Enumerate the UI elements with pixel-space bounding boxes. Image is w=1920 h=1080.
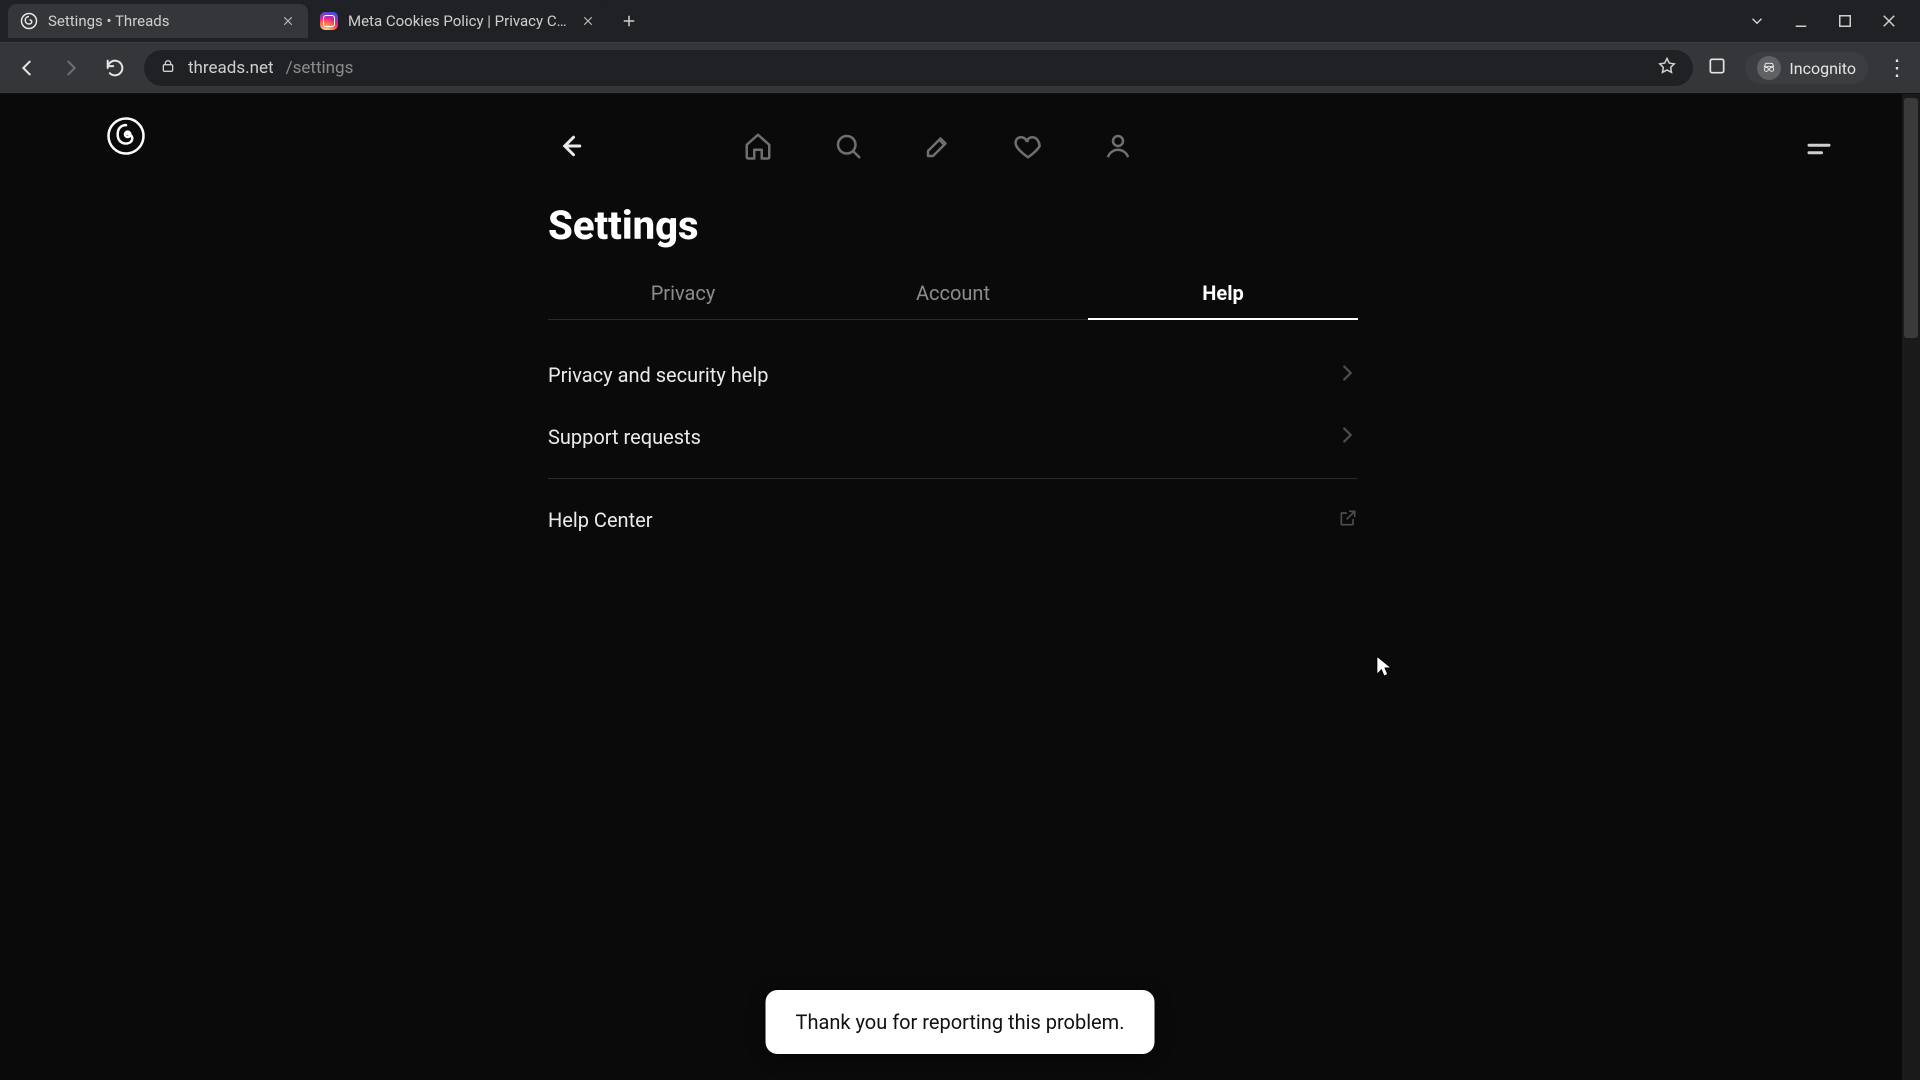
main-column: Settings Privacy Account Help Privacy an… [548, 94, 1358, 551]
toast-message: Thank you for reporting this problem. [796, 1010, 1125, 1034]
tab-account[interactable]: Account [818, 267, 1088, 319]
chevron-down-icon[interactable] [1748, 12, 1766, 30]
settings-tabs: Privacy Account Help [548, 267, 1358, 320]
window-maximize-button[interactable] [1836, 12, 1854, 30]
browser-forward-button[interactable] [56, 53, 86, 83]
incognito-indicator[interactable]: Incognito [1745, 52, 1868, 84]
bookmark-star-icon[interactable] [1657, 56, 1677, 81]
list-item-privacy-security-help[interactable]: Privacy and security help [548, 344, 1358, 406]
toast-notification: Thank you for reporting this problem. [766, 990, 1155, 1054]
page-title: Settings [548, 202, 1358, 249]
mouse-cursor [1376, 655, 1394, 681]
url-path: /settings [286, 58, 354, 78]
incognito-icon [1757, 56, 1781, 80]
browser-chrome: Settings • Threads Meta Cookies Policy |… [0, 0, 1920, 94]
menu-button[interactable] [1804, 134, 1834, 168]
browser-tab[interactable]: Meta Cookies Policy | Privacy Center [308, 4, 608, 38]
tab-label: Privacy [651, 281, 716, 305]
omnibox-row: threads.net/settings Incognito ⋮ [0, 42, 1920, 94]
threads-favicon-icon [20, 12, 38, 30]
address-bar[interactable]: threads.net/settings [144, 50, 1693, 86]
list-item-label: Support requests [548, 425, 701, 449]
help-list: Privacy and security help Support reques… [548, 344, 1358, 551]
extensions-icon[interactable] [1707, 56, 1727, 80]
browser-menu-button[interactable]: ⋮ [1886, 56, 1908, 81]
browser-reload-button[interactable] [100, 53, 130, 83]
tab-close-button[interactable] [580, 13, 596, 29]
chevron-right-icon [1336, 424, 1358, 451]
lock-icon [160, 58, 176, 79]
chevron-right-icon [1336, 362, 1358, 389]
back-button[interactable] [548, 123, 594, 169]
tab-strip: Settings • Threads Meta Cookies Policy |… [0, 0, 1920, 42]
tab-close-button[interactable] [280, 13, 296, 29]
incognito-label: Incognito [1789, 59, 1856, 78]
vertical-scrollbar[interactable] [1902, 94, 1920, 1080]
url-domain: threads.net [188, 58, 274, 78]
threads-logo[interactable] [106, 116, 146, 160]
external-link-icon [1338, 508, 1358, 533]
header-row [548, 108, 1358, 184]
tab-label: Help [1202, 281, 1243, 305]
browser-back-button[interactable] [12, 53, 42, 83]
home-icon[interactable] [740, 128, 776, 164]
page-body: Settings Privacy Account Help Privacy an… [0, 94, 1920, 1080]
scrollbar-thumb[interactable] [1904, 98, 1918, 338]
browser-tab-title: Settings • Threads [48, 12, 270, 30]
list-item-label: Help Center [548, 508, 653, 532]
list-item-help-center[interactable]: Help Center [548, 489, 1358, 551]
window-close-button[interactable] [1880, 12, 1898, 30]
list-item-label: Privacy and security help [548, 363, 768, 387]
top-nav [740, 128, 1136, 164]
list-item-support-requests[interactable]: Support requests [548, 406, 1358, 468]
search-icon[interactable] [830, 128, 866, 164]
divider [548, 478, 1358, 479]
activity-heart-icon[interactable] [1010, 128, 1046, 164]
instagram-favicon-icon [320, 12, 338, 30]
tab-help[interactable]: Help [1088, 267, 1358, 319]
window-minimize-button[interactable] [1792, 12, 1810, 30]
profile-icon[interactable] [1100, 128, 1136, 164]
browser-tab-active[interactable]: Settings • Threads [8, 4, 308, 38]
new-tab-button[interactable] [614, 6, 644, 36]
tab-label: Account [916, 281, 990, 305]
browser-tab-title: Meta Cookies Policy | Privacy Center [348, 12, 570, 30]
toolbar-right: Incognito ⋮ [1707, 52, 1908, 84]
compose-icon[interactable] [920, 128, 956, 164]
window-controls [1748, 12, 1912, 30]
tab-privacy[interactable]: Privacy [548, 267, 818, 319]
